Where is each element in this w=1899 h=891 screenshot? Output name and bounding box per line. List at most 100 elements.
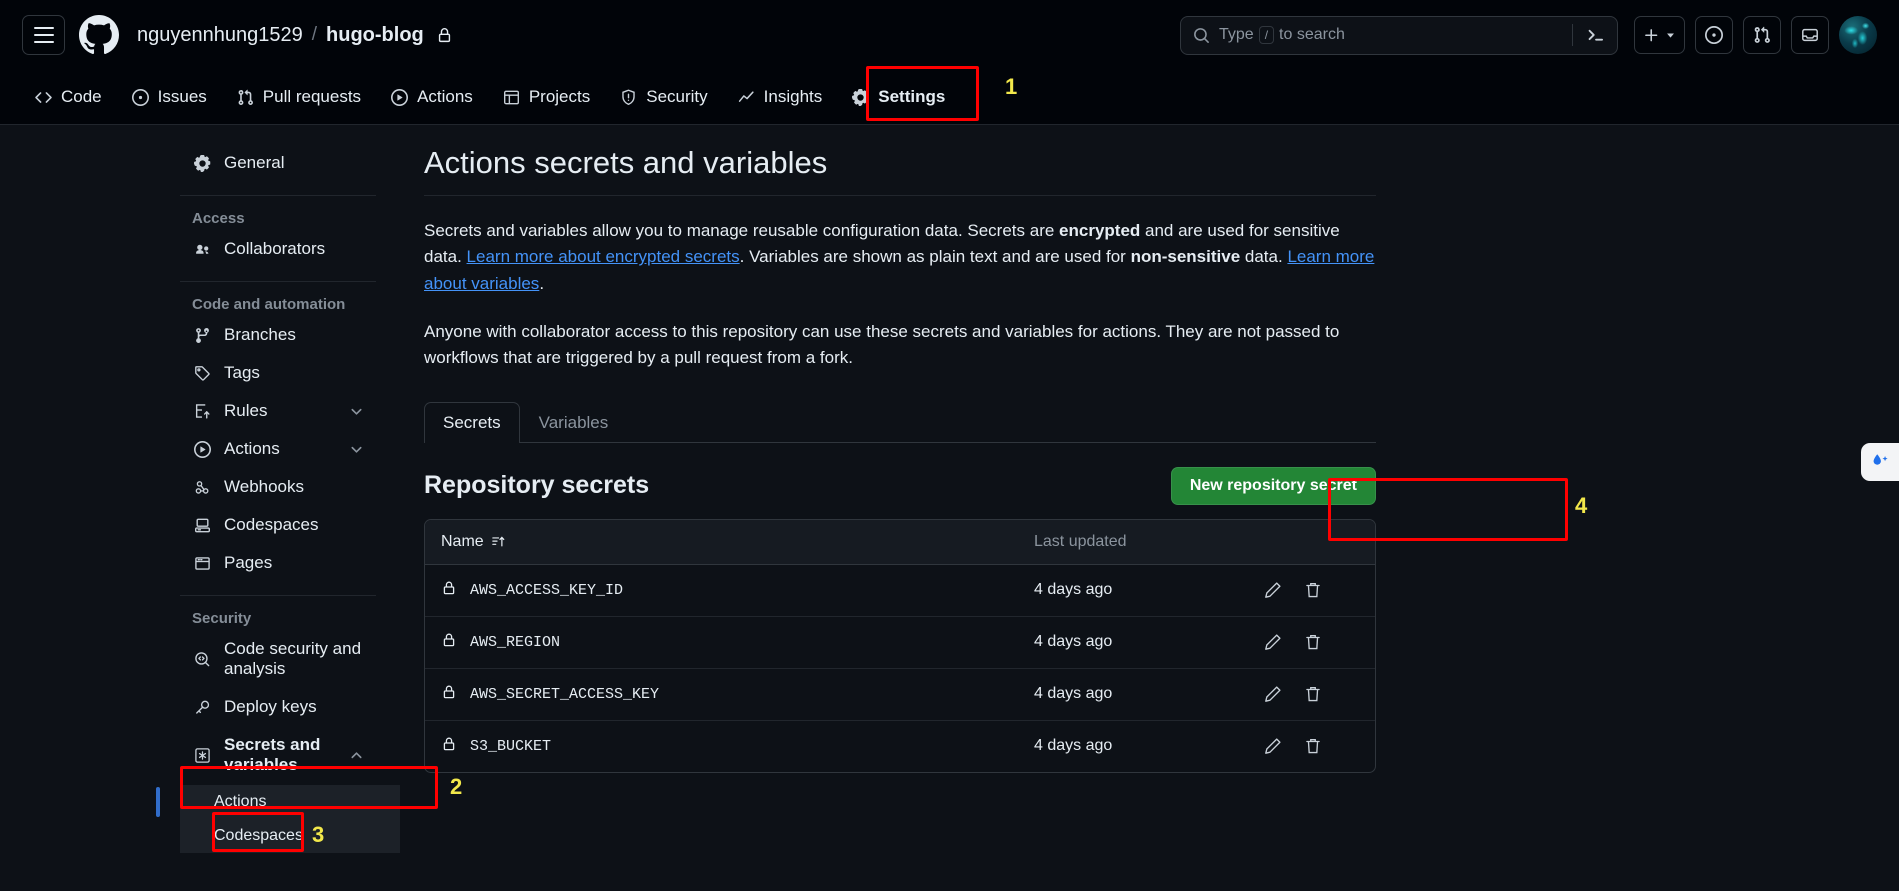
sidebar-item-code-security-and-analysis[interactable]: Code security and analysis [180, 631, 376, 687]
secrets-table: Name Last updated AWS_ACCESS_KEY_ID 4 da… [424, 518, 1376, 773]
desc-text-5: . [539, 273, 545, 293]
issues-button[interactable] [1695, 16, 1733, 54]
slash-key-hint: / [1258, 26, 1275, 44]
sidebar-item-deploy-keys[interactable]: Deploy keys [180, 689, 376, 725]
github-repository-settings-page: nguyennhung1529 / hugo-blog Type / to se… [0, 0, 1899, 891]
repo-tab-label: Security [646, 87, 708, 106]
sidebar-item-label: Code security and analysis [224, 639, 362, 678]
pull-requests-button[interactable] [1743, 16, 1781, 54]
webhook-icon [192, 479, 212, 496]
header-action-buttons [1634, 16, 1877, 54]
sidebar-item-pages[interactable]: Pages [180, 545, 376, 581]
secret-name[interactable]: AWS_SECRET_ACCESS_KEY [470, 686, 659, 703]
desc-bold-encrypted: encrypted [1059, 221, 1141, 240]
secret-last-updated: 4 days ago [1034, 737, 1113, 755]
global-header: nguyennhung1529 / hugo-blog Type / to se… [0, 0, 1899, 70]
trash-icon[interactable] [1304, 737, 1322, 755]
chevron-down-icon[interactable] [349, 404, 364, 419]
search-input[interactable]: Type / to search [1180, 15, 1618, 55]
inbox-icon [1802, 28, 1818, 42]
sidebar-item-webhooks[interactable]: Webhooks [180, 469, 376, 505]
secret-last-updated: 4 days ago [1034, 581, 1113, 599]
pencil-icon[interactable] [1264, 685, 1282, 703]
lock-icon [441, 580, 457, 601]
sidebar-item-tags[interactable]: Tags [180, 355, 376, 391]
play-icon [192, 440, 212, 458]
repo-tab-security[interactable]: Security [607, 79, 720, 115]
trash-icon[interactable] [1304, 685, 1322, 703]
repository-nav: Code Issues Pull requests Actions Projec… [0, 70, 1899, 125]
row-actions [1264, 581, 1359, 599]
table-row: AWS_SECRET_ACCESS_KEY 4 days ago [425, 669, 1375, 721]
sidebar-item-actions[interactable]: Actions [180, 431, 376, 467]
table-row: S3_BUCKET 4 days ago [425, 721, 1375, 772]
column-header-last-updated: Last updated [1034, 532, 1127, 550]
create-new-button[interactable] [1634, 16, 1685, 54]
hamburger-menu-icon[interactable] [22, 15, 65, 55]
sidebar-item-rules[interactable]: Rules [180, 393, 376, 429]
learn-more-encrypted-secrets-link[interactable]: Learn more about encrypted secrets [467, 247, 740, 266]
repo-tab-actions[interactable]: Actions [378, 79, 486, 115]
breadcrumb-repo[interactable]: hugo-blog [326, 24, 424, 47]
breadcrumb-owner[interactable]: nguyennhung1529 [137, 24, 303, 47]
pencil-icon[interactable] [1264, 737, 1282, 755]
desc-text-3: . Variables are shown as plain text and … [739, 247, 1131, 267]
asterisk-icon [192, 747, 212, 764]
tab-variables[interactable]: Variables [520, 402, 628, 443]
terminal-icon[interactable] [1582, 26, 1605, 45]
trash-icon[interactable] [1304, 581, 1322, 599]
sidebar-divider [180, 195, 376, 196]
sidebar-item-codespaces[interactable]: Codespaces [180, 507, 376, 543]
sidebar-item-collaborators[interactable]: Collaborators [180, 231, 376, 267]
repo-tab-label: Actions [417, 87, 473, 106]
table-row: AWS_REGION 4 days ago [425, 617, 1375, 669]
secret-name[interactable]: S3_BUCKET [470, 738, 551, 755]
repo-tab-projects[interactable]: Projects [490, 79, 603, 115]
repo-tab-issues[interactable]: Issues [119, 79, 220, 115]
play-icon [391, 88, 409, 106]
new-repository-secret-button[interactable]: New repository secret [1170, 466, 1376, 505]
sidebar-subitem-codespaces[interactable]: Codespaces [180, 819, 400, 853]
pencil-icon[interactable] [1264, 633, 1282, 651]
trash-icon[interactable] [1304, 633, 1322, 651]
pencil-icon[interactable] [1264, 581, 1282, 599]
lock-icon [441, 684, 457, 705]
plus-icon [1645, 28, 1658, 41]
secret-name[interactable]: AWS_REGION [470, 634, 560, 651]
desc-bold-non-sensitive: non-sensitive [1130, 247, 1241, 267]
chevron-down-icon[interactable] [349, 442, 364, 457]
repo-tab-insights[interactable]: Insights [725, 79, 836, 115]
search-placeholder: Type / to search [1219, 26, 1563, 44]
sidebar-item-secrets-and-variables[interactable]: Secrets and variables [180, 727, 376, 783]
settings-sidebar: General Access Collaborators Code and au… [0, 125, 400, 891]
search-icon [1194, 27, 1209, 43]
page-body: General Access Collaborators Code and au… [0, 125, 1899, 891]
sidebar-item-branches[interactable]: Branches [180, 317, 376, 353]
sidebar-item-label: Pages [224, 553, 273, 572]
shield-icon [622, 89, 635, 105]
secret-last-updated: 4 days ago [1034, 685, 1113, 703]
sidebar-item-label: Branches [224, 325, 296, 344]
repo-tab-code[interactable]: Code [22, 79, 115, 115]
secret-name[interactable]: AWS_ACCESS_KEY_ID [470, 582, 623, 599]
repository-secrets-header: Repository secrets New repository secret [424, 466, 1376, 505]
chevron-down-icon [1667, 32, 1674, 38]
secrets-variables-tabs: Secrets Variables [424, 401, 1376, 443]
tag-icon [192, 365, 212, 382]
copilot-float-widget[interactable] [1861, 443, 1899, 481]
sidebar-item-general[interactable]: General [180, 145, 376, 181]
repo-tab-pull-requests[interactable]: Pull requests [224, 79, 374, 115]
search-placeholder-prefix: Type [1219, 26, 1254, 43]
notifications-button[interactable] [1791, 16, 1829, 54]
column-header-name[interactable]: Name [441, 533, 1034, 551]
main-content: Actions secrets and variables Secrets an… [400, 125, 1400, 891]
user-avatar[interactable] [1839, 16, 1877, 54]
code-icon [35, 91, 52, 103]
sidebar-subitem-label: Actions [214, 793, 267, 810]
github-logo-icon[interactable] [79, 15, 119, 55]
sidebar-subitem-actions[interactable]: Actions [156, 785, 400, 819]
tab-secrets[interactable]: Secrets [424, 401, 520, 443]
repo-tab-settings[interactable]: Settings [839, 79, 958, 115]
page-title: Actions secrets and variables [424, 145, 1376, 196]
chevron-up-icon[interactable] [349, 748, 364, 763]
